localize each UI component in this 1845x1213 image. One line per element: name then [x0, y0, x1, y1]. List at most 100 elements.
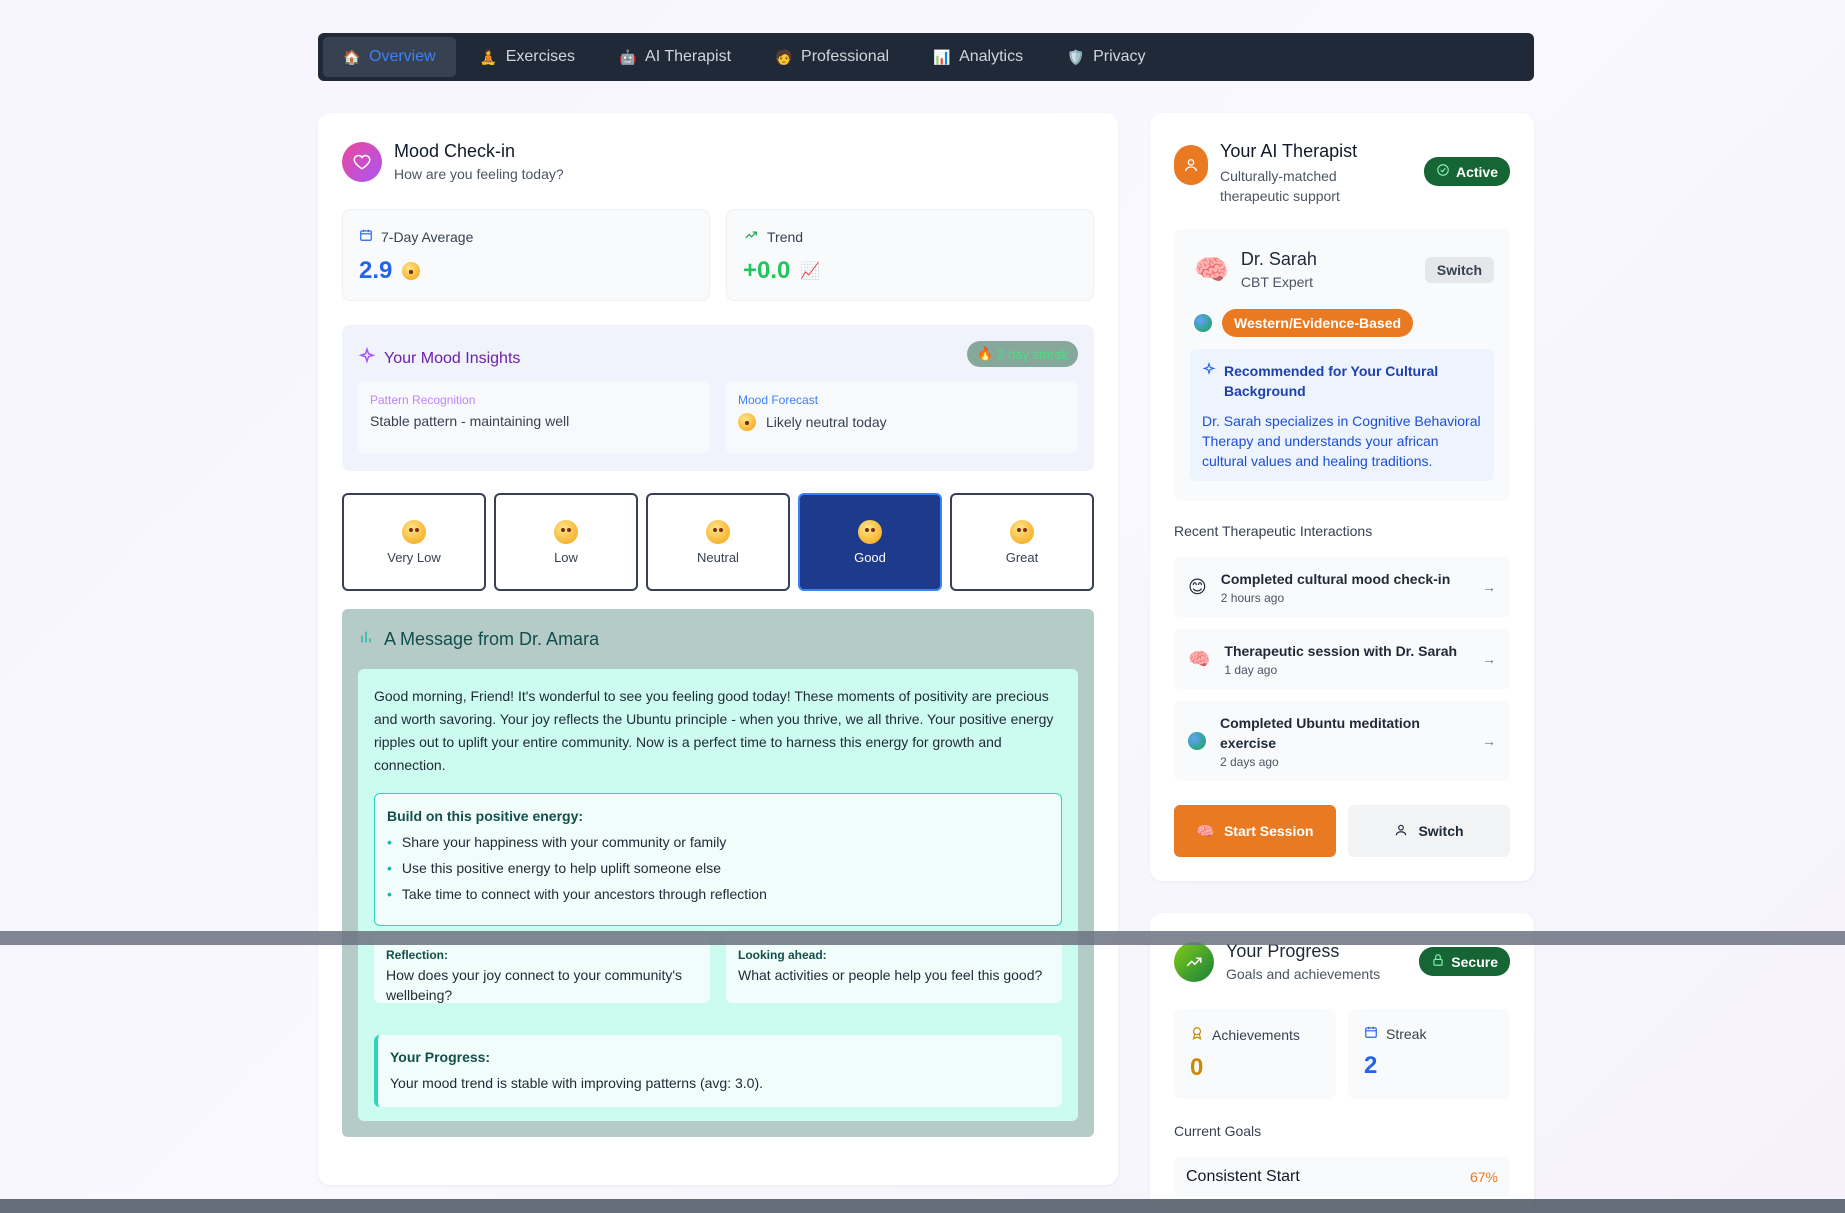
check-circle-icon [1436, 163, 1450, 180]
achievements-value: 0 [1190, 1054, 1204, 1081]
arrow-right-icon: → [1482, 651, 1496, 667]
option-label: Low [554, 549, 578, 565]
tab-ai-therapist[interactable]: 🤖 AI Therapist [599, 37, 751, 77]
recent-interactions-title: Recent Therapeutic Interactions [1174, 523, 1373, 539]
message-body: Good morning, Friend! It's wonderful to … [358, 669, 1078, 1121]
progress-subtitle: Goals and achievements [1226, 966, 1381, 982]
therapist-role: CBT Expert [1240, 274, 1313, 290]
status-badge: Active [1423, 157, 1510, 186]
streak-badge: 🔥 2 day streak [966, 341, 1078, 367]
shield-icon: 🛡️ [1067, 48, 1085, 65]
goal-percent: 67% [1469, 1169, 1498, 1185]
mood-checkin-card: Mood Check-in How are you feeling today?… [318, 113, 1118, 1185]
switch-button[interactable]: Switch [1348, 805, 1510, 857]
mood-option-great[interactable]: Great [950, 493, 1094, 591]
interaction-title: Completed Ubuntu meditation exercise [1220, 715, 1420, 751]
forecast-value: Likely neutral today [766, 414, 887, 430]
tab-exercises[interactable]: 🧘 Exercises [460, 37, 595, 77]
very-low-face-icon [402, 519, 426, 544]
forecast-label: Mood Forecast [738, 393, 819, 407]
main-nav: 🏠 Overview 🧘 Exercises 🤖 AI Therapist 🧑 Prof… [318, 33, 1534, 81]
reflection-box: Reflection: How does your joy connect to… [374, 935, 710, 1003]
build-title: Build on this positive energy: [387, 808, 584, 824]
globe-icon [1188, 732, 1206, 750]
start-session-button[interactable]: 🧠 Start Session [1174, 805, 1336, 857]
list-item: Take time to connect with your ancestors… [387, 886, 1049, 902]
tab-label: Exercises [505, 48, 576, 65]
ahead-text: What activities or people help you feel … [738, 967, 1043, 983]
recommendation-title: Recommended for Your Cultural Background [1224, 363, 1439, 399]
list-item: Share your happiness with your community… [387, 834, 1049, 850]
reflection-text: How does your joy connect to your commun… [386, 967, 683, 1003]
therapist-subtitle: Culturally-matched therapeutic support [1220, 168, 1340, 204]
start-label: Start Session [1223, 823, 1314, 839]
low-face-icon [554, 519, 578, 544]
tab-overview[interactable]: 🏠 Overview [323, 37, 456, 77]
mood-option-very-low[interactable]: Very Low [342, 493, 486, 591]
achievements-label: Achievements [1212, 1026, 1300, 1043]
brain-icon: 🧠 [1194, 254, 1229, 285]
reflection-label: Reflection: [386, 948, 449, 962]
option-label: Neutral [697, 549, 739, 565]
streak-text: 2 day streak [997, 346, 1068, 362]
neutral-face-icon [402, 262, 421, 280]
smile-icon: 😊 [1188, 576, 1207, 597]
chart-icon: 📈 [800, 263, 821, 280]
ai-therapist-card: Your AI Therapist Culturally-matched the… [1150, 113, 1534, 881]
tab-label: Analytics [959, 48, 1024, 65]
trend-box: Trend +0.0 📈 [726, 209, 1094, 301]
ahead-label: Looking ahead: [738, 948, 827, 962]
insights-title: Your Mood Insights [384, 349, 521, 367]
calendar-icon [1364, 1025, 1378, 1042]
progress-note-label: Your Progress: [390, 1049, 491, 1065]
mood-insights: Your Mood Insights 🔥 2 day streak Pattern… [342, 325, 1094, 471]
progress-note: Your Progress: Your mood trend is stable… [374, 1035, 1062, 1107]
message-text: Good morning, Friend! It's wonderful to … [374, 688, 1054, 773]
seven-day-average: 7-Day Average 2.9 [342, 209, 710, 301]
status-text: Active [1455, 163, 1498, 180]
message-title: A Message from Dr. Amara [384, 629, 600, 649]
option-label: Good [854, 549, 886, 565]
switch-label: Switch [1418, 823, 1464, 839]
globe-icon [1194, 314, 1212, 332]
person-icon: 🧑 [775, 48, 793, 65]
secure-text: Secure [1451, 953, 1498, 970]
tab-analytics[interactable]: 📊 Analytics [913, 37, 1043, 77]
interaction-item[interactable]: 🧠 Therapeutic session with Dr. Sarah 1 da… [1174, 629, 1510, 689]
interaction-item[interactable]: Completed Ubuntu meditation exercise 2 da… [1174, 701, 1510, 781]
current-goals-title: Current Goals [1174, 1123, 1262, 1139]
bar-chart-icon [358, 629, 374, 650]
interaction-item[interactable]: 😊 Completed cultural mood check-in 2 hour… [1174, 557, 1510, 617]
tab-professional[interactable]: 🧑 Professional [755, 37, 909, 77]
mood-option-neutral[interactable]: Neutral [646, 493, 790, 591]
progress-card: Your Progress Goals and achievements Sec… [1150, 913, 1534, 1213]
mood-forecast: Mood Forecast Likely neutral today [726, 381, 1078, 453]
tab-privacy[interactable]: 🛡️ Privacy [1047, 37, 1165, 77]
heart-icon [342, 141, 382, 182]
fire-icon: 🔥 [976, 346, 994, 361]
neutral-face-icon [706, 519, 730, 544]
interaction-time: 2 days ago [1220, 755, 1279, 769]
great-face-icon [1010, 519, 1034, 544]
robot-icon: 🤖 [619, 48, 637, 65]
option-label: Great [1005, 549, 1039, 565]
streak-label: Streak [1386, 1025, 1427, 1042]
recommendation-box: Recommended for Your Cultural Background… [1190, 349, 1494, 481]
looking-ahead-box: Looking ahead: What activities or people… [726, 935, 1062, 1003]
user-icon [1394, 823, 1408, 840]
brain-icon: 🧠 [1188, 648, 1211, 669]
therapist-title: Your AI Therapist [1220, 141, 1358, 161]
goal-item[interactable]: Consistent Start 67% [1174, 1157, 1510, 1197]
mood-option-good[interactable]: Good [798, 493, 942, 591]
mood-title: Mood Check-in [394, 141, 516, 161]
interaction-title: Completed cultural mood check-in [1220, 571, 1451, 587]
sparkles-icon [358, 346, 376, 370]
tab-label: AI Therapist [645, 48, 732, 65]
neutral-face-icon [738, 413, 756, 431]
mood-option-low[interactable]: Low [494, 493, 638, 591]
therapist-message: A Message from Dr. Amara Good morning, F… [342, 609, 1094, 1137]
trend-up-icon [743, 228, 759, 245]
good-face-icon [858, 519, 882, 544]
switch-therapist-button[interactable]: Switch [1424, 257, 1494, 283]
interaction-time: 1 day ago [1224, 663, 1278, 677]
